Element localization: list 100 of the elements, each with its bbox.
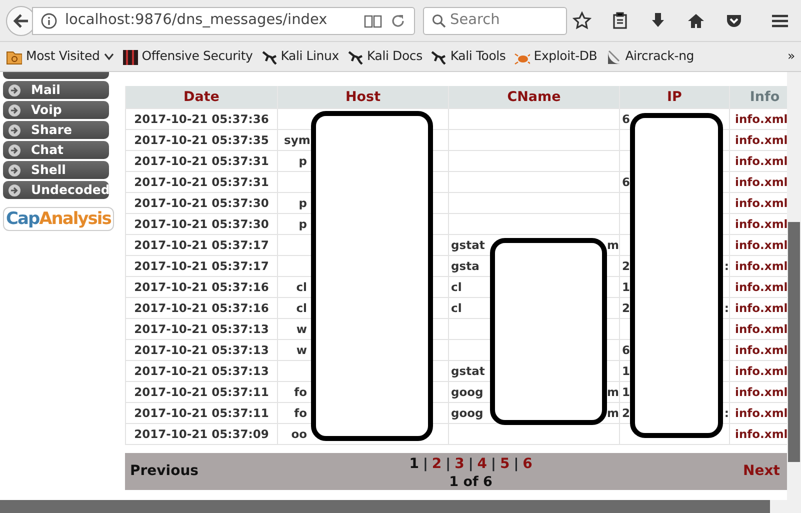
dragon-icon bbox=[346, 48, 363, 64]
page-separator: | bbox=[514, 455, 519, 474]
arrow-circle-icon bbox=[8, 124, 21, 136]
table-cell: w bbox=[296, 342, 307, 359]
sidebar-item[interactable]: Shell bbox=[3, 161, 109, 179]
page-link[interactable]: 5 bbox=[500, 454, 510, 476]
table-cell: 2 bbox=[622, 300, 630, 317]
table-cell: oo bbox=[291, 426, 307, 443]
table-cell: 2017-10-21 05:37:16 bbox=[134, 280, 269, 294]
page-link[interactable]: 3 bbox=[454, 454, 464, 476]
table-cell: 2017-10-21 05:37:35 bbox=[134, 132, 269, 147]
table-cell: 2017-10-21 05:37:16 bbox=[134, 300, 269, 315]
page-link[interactable]: 6 bbox=[522, 454, 532, 476]
table-cell: 2017-10-21 05:37:30 bbox=[134, 216, 269, 231]
table-cell: 2017-10-21 05:37:17 bbox=[134, 258, 269, 273]
table-cell: 6 bbox=[622, 110, 630, 128]
table-cell: 2017-10-21 05:37:13 bbox=[134, 364, 269, 378]
bookmark[interactable]: Aircrack-ng bbox=[603, 47, 696, 66]
bookmark[interactable]: Kali Linux bbox=[258, 47, 341, 66]
bookmark[interactable]: Kali Docs bbox=[344, 47, 424, 66]
bookmark[interactable]: Most Visited bbox=[4, 47, 116, 66]
bookmarks-overflow-button[interactable]: » bbox=[786, 47, 797, 66]
page-link[interactable]: 1 bbox=[409, 454, 419, 476]
horizontal-scrollbar[interactable] bbox=[0, 500, 801, 513]
table-cell: goog bbox=[451, 404, 484, 422]
previous-link[interactable]: Previous bbox=[130, 461, 199, 482]
arrow-circle-icon bbox=[8, 104, 21, 116]
table-cell: 2017-10-21 05:37:11 bbox=[134, 406, 269, 420]
table-cell: cl bbox=[451, 278, 462, 296]
clipboard-icon[interactable] bbox=[610, 10, 630, 30]
table-cell: 2017-10-21 05:37:31 bbox=[134, 154, 269, 168]
column-header[interactable]: Date bbox=[184, 89, 220, 105]
dragon-icon bbox=[430, 48, 446, 64]
folder-icon bbox=[6, 48, 22, 64]
table-cell: p bbox=[298, 152, 307, 170]
url-text: localhost:9876/dns_messages/index bbox=[65, 10, 328, 30]
table-cell: m bbox=[607, 236, 618, 254]
back-arrow-icon bbox=[13, 14, 29, 28]
table-cell: 1 bbox=[622, 278, 630, 296]
search-icon bbox=[432, 14, 446, 28]
table-cell: 1 bbox=[622, 362, 630, 380]
table-cell: 6 bbox=[622, 342, 630, 359]
table-cell: 2017-10-21 05:37:17 bbox=[134, 238, 269, 252]
table-cell: sym bbox=[284, 132, 310, 149]
table-cell: fo bbox=[294, 384, 307, 401]
table-cell: 2017-10-21 05:37:09 bbox=[134, 426, 269, 441]
table-cell: cl bbox=[296, 278, 307, 296]
vertical-scrollbar[interactable] bbox=[787, 72, 801, 500]
arrow-circle-icon bbox=[8, 184, 21, 196]
arrow-circle-icon bbox=[8, 164, 21, 176]
reload-icon[interactable] bbox=[390, 12, 406, 28]
address-bar[interactable]: localhost:9876/dns_messages/index bbox=[32, 6, 415, 34]
sidebar-item[interactable]: Share bbox=[3, 121, 109, 139]
table-cell: 2017-10-21 05:37:13 bbox=[134, 342, 269, 357]
info-icon bbox=[41, 12, 57, 28]
table-cell: gstat bbox=[451, 236, 485, 254]
page-link[interactable]: 2 bbox=[432, 454, 442, 476]
table-cell: gsta bbox=[451, 258, 480, 275]
page-separator: | bbox=[491, 455, 496, 474]
dragon-icon bbox=[260, 48, 277, 64]
table-cell: 6 bbox=[622, 174, 630, 191]
table-cell: 2017-10-21 05:37:30 bbox=[134, 196, 269, 210]
page-separator: | bbox=[468, 455, 474, 474]
satellite-dish-icon bbox=[605, 48, 622, 64]
arrow-circle-icon bbox=[8, 84, 21, 96]
table-cell: w bbox=[296, 320, 307, 338]
table-cell: m bbox=[607, 404, 618, 422]
capanalysis-logo: CapAnalysis bbox=[3, 207, 114, 231]
table-cell: cl bbox=[451, 300, 462, 317]
search-box[interactable]: Search bbox=[423, 6, 567, 34]
page-summary: 1 of 6 bbox=[449, 475, 492, 490]
sidebar-item[interactable]: Mail bbox=[3, 81, 109, 99]
table-cell: 2 bbox=[622, 258, 630, 275]
table-cell: 2017-10-21 05:37:11 bbox=[134, 384, 269, 399]
table-cell: 2017-10-21 05:37:36 bbox=[134, 112, 269, 126]
sidebar-item[interactable]: Voip bbox=[3, 101, 109, 119]
table-cell: gstat bbox=[451, 362, 485, 380]
sidebar-item[interactable]: Chat bbox=[3, 141, 109, 159]
sidebar-item[interactable]: Undecoded bbox=[3, 181, 109, 199]
column-header[interactable]: IP bbox=[667, 89, 682, 105]
table-cell: fo bbox=[294, 404, 307, 422]
next-link[interactable]: Next bbox=[743, 461, 780, 482]
table-cell: cl bbox=[296, 300, 307, 317]
bookmark[interactable]: Kali Tools bbox=[428, 47, 508, 66]
striped-square-icon bbox=[122, 48, 138, 64]
table-cell: m bbox=[607, 384, 618, 401]
arrow-circle-icon bbox=[8, 144, 21, 156]
table-cell: p bbox=[298, 194, 307, 212]
reader-view-icon[interactable] bbox=[364, 14, 382, 28]
table-cell: : bbox=[724, 404, 728, 422]
table-cell: 2 bbox=[622, 404, 630, 422]
table-cell: 2017-10-21 05:37:13 bbox=[134, 322, 269, 336]
page-separator: | bbox=[422, 455, 428, 474]
column-header[interactable]: Host bbox=[345, 89, 381, 105]
bookmark-star-icon[interactable] bbox=[572, 10, 592, 30]
bookmark[interactable]: Offensive Security bbox=[120, 47, 255, 66]
page-link[interactable]: 4 bbox=[477, 454, 487, 476]
table-cell: 1 bbox=[622, 384, 630, 401]
table-cell: 2017-10-21 05:37:31 bbox=[134, 174, 269, 189]
bookmark[interactable]: Exploit-DB bbox=[512, 47, 600, 66]
